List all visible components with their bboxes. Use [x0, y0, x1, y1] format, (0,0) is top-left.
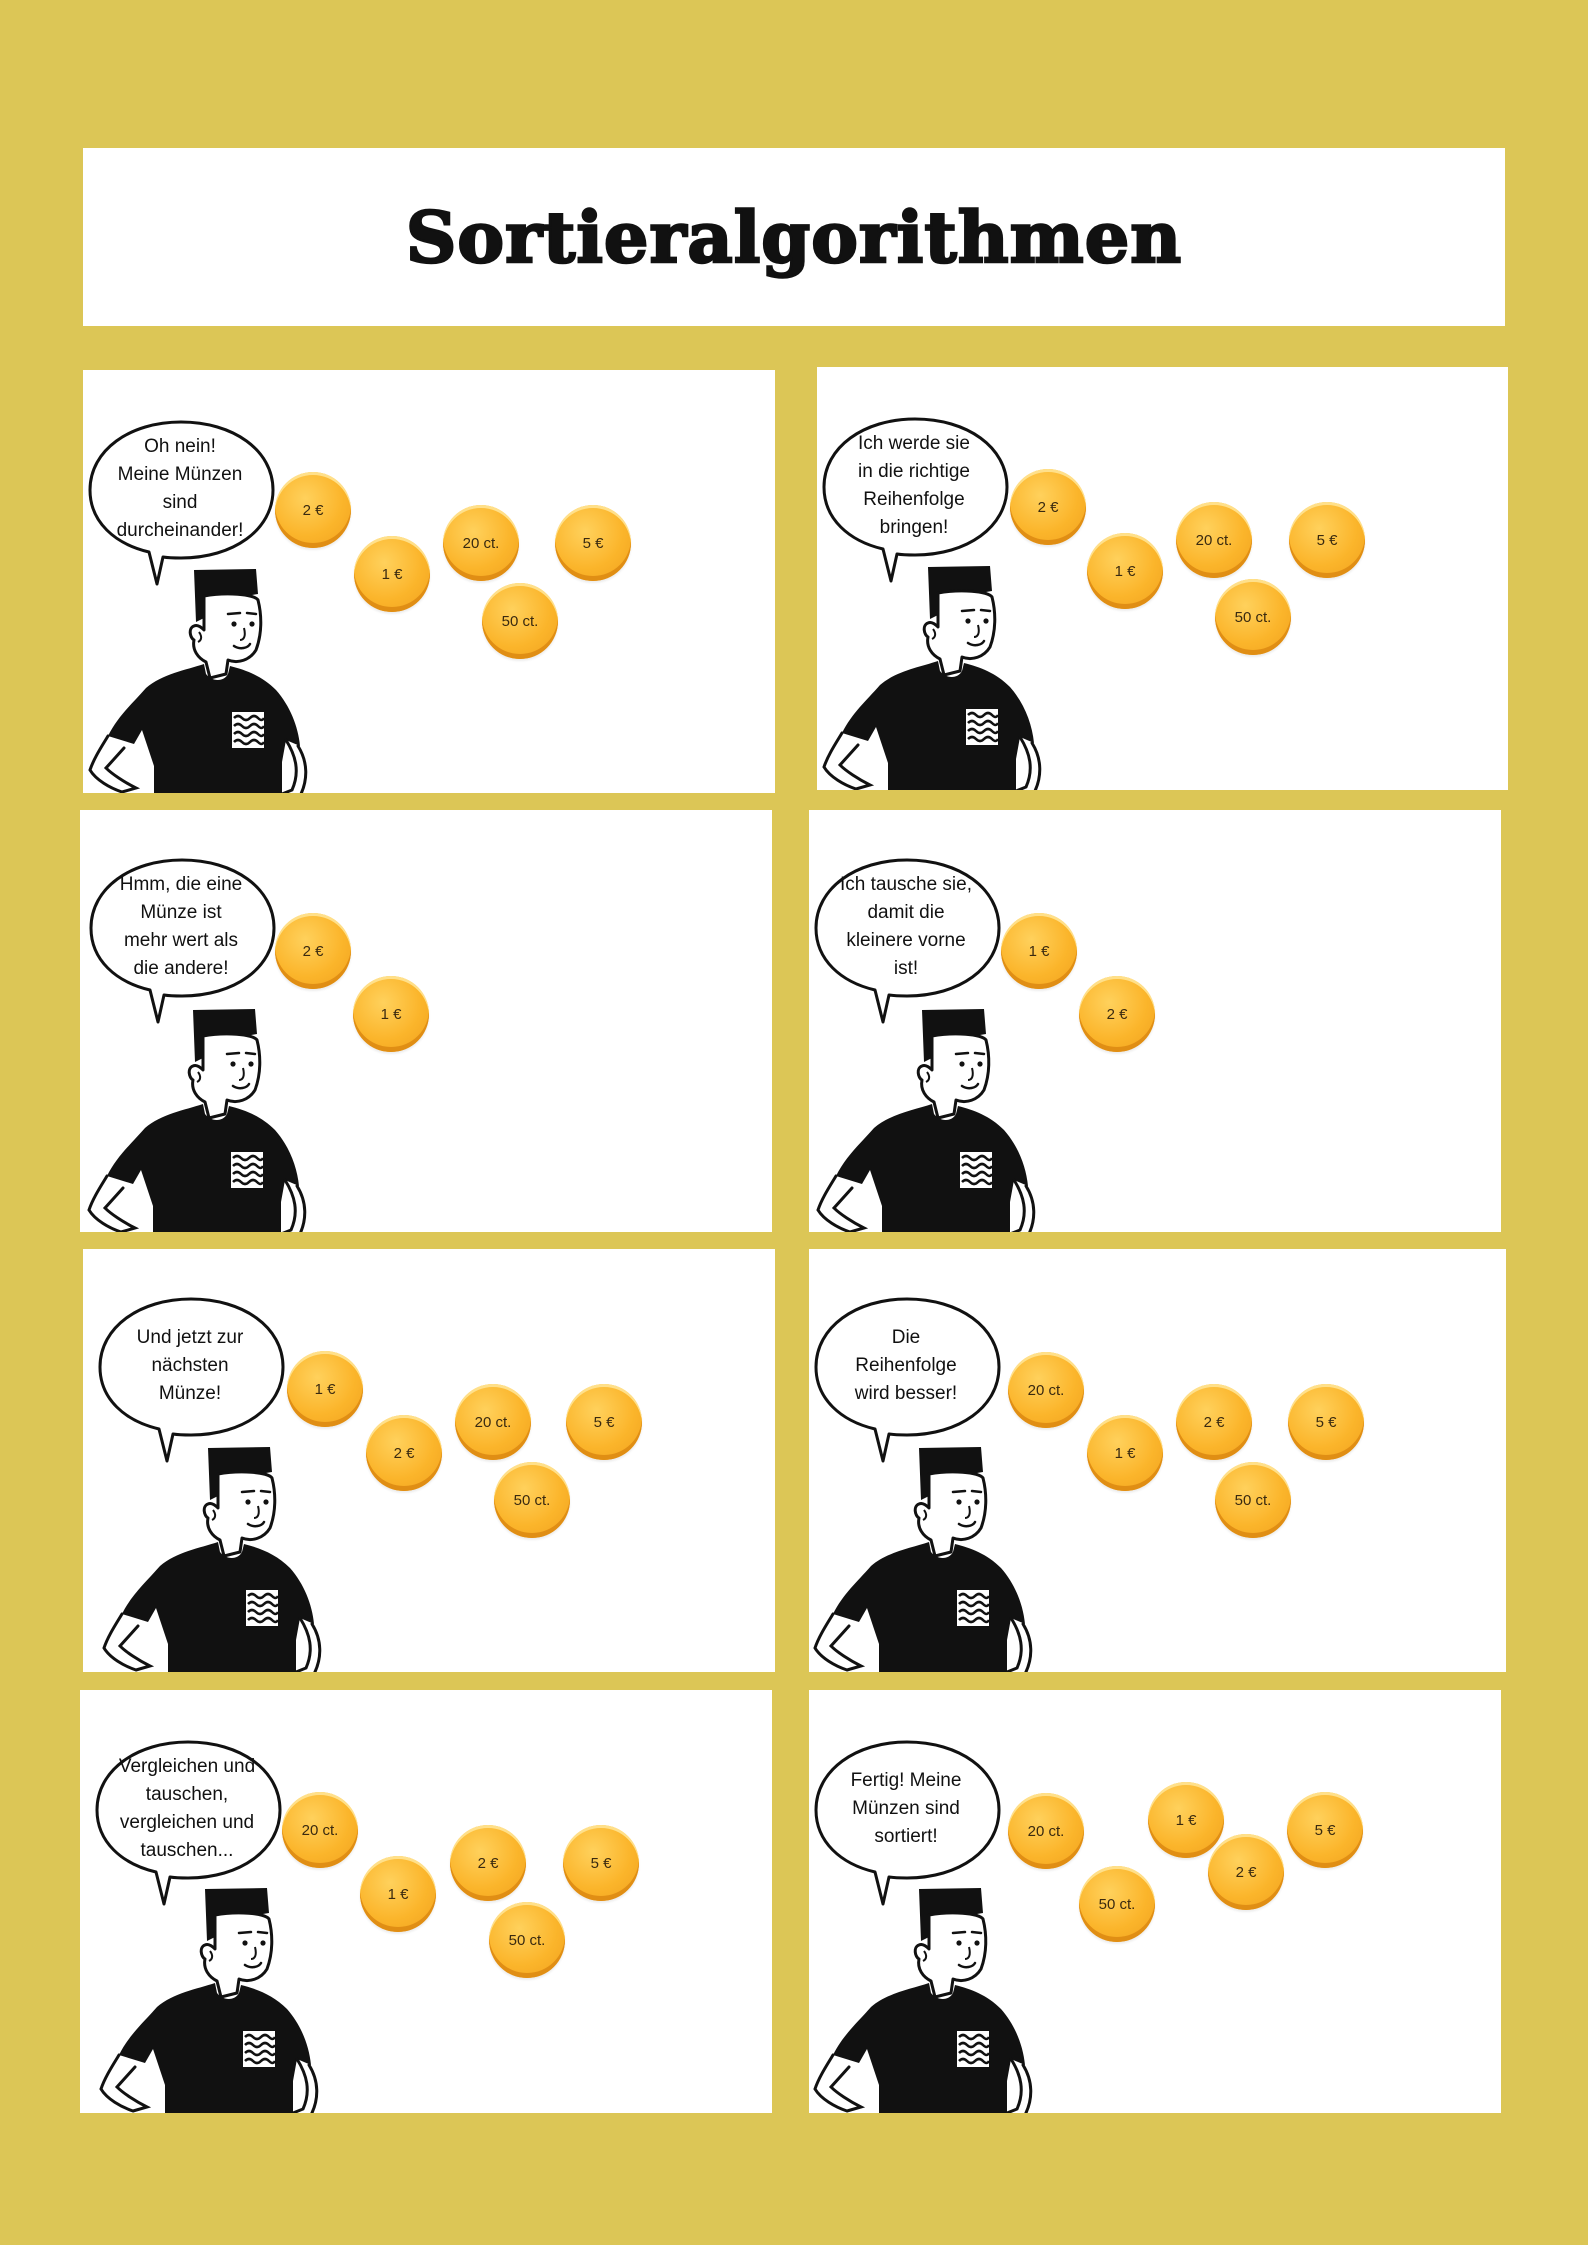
comic-panel-2: Ich werde sie in die richtige Reihenfolg… [817, 367, 1508, 790]
coin: 20 ct. [1176, 502, 1252, 578]
coin-label: 1 € [1028, 942, 1050, 960]
coin: 1 € [354, 536, 430, 612]
coin-label: 2 € [302, 942, 324, 960]
coin: 50 ct. [1079, 1866, 1155, 1942]
coin-label: 50 ct. [501, 612, 539, 630]
coin-label: 1 € [380, 1005, 402, 1023]
person-illustration [85, 1006, 315, 1232]
coin: 2 € [1079, 976, 1155, 1052]
coin-label: 20 ct. [1027, 1822, 1065, 1840]
coin-label: 20 ct. [462, 534, 500, 552]
coin: 2 € [450, 1825, 526, 1901]
coin-label: 5 € [593, 1413, 615, 1431]
person-illustration [86, 566, 316, 793]
coin-label: 1 € [314, 1380, 336, 1398]
coin: 2 € [1208, 1834, 1284, 1910]
coin: 2 € [1010, 469, 1086, 545]
coin: 1 € [1001, 913, 1077, 989]
coin: 1 € [1087, 1415, 1163, 1491]
speech-text: Ich werde sie in die richtige Reihenfolg… [858, 433, 970, 538]
speech-text: Ich tausche sie, damit die kleinere vorn… [839, 874, 973, 979]
coin: 5 € [1287, 1792, 1363, 1868]
coin-label: 2 € [1203, 1413, 1225, 1431]
coin-label: 5 € [1314, 1821, 1336, 1839]
person-illustration [811, 1885, 1041, 2113]
coin: 1 € [1148, 1782, 1224, 1858]
coin-label: 20 ct. [301, 1821, 339, 1839]
coin-label: 1 € [381, 565, 403, 583]
coin: 50 ct. [489, 1902, 565, 1978]
coin: 2 € [275, 913, 351, 989]
person-illustration [820, 563, 1050, 790]
speech-text: Hmm, die eine Münze ist mehr wert als di… [119, 874, 243, 979]
coin: 5 € [1288, 1384, 1364, 1460]
coin-label: 2 € [393, 1444, 415, 1462]
coin: 2 € [366, 1415, 442, 1491]
coin-label: 1 € [1175, 1811, 1197, 1829]
coin: 20 ct. [282, 1792, 358, 1868]
coin: 2 € [1176, 1384, 1252, 1460]
coin-label: 2 € [477, 1854, 499, 1872]
coin-label: 5 € [582, 534, 604, 552]
coin-label: 50 ct. [1098, 1895, 1136, 1913]
coin: 5 € [566, 1384, 642, 1460]
speech-text: Vergleichen und tauschen, vergleichen un… [118, 1756, 256, 1861]
coin: 1 € [1087, 533, 1163, 609]
person-illustration [811, 1444, 1041, 1672]
person-illustration [97, 1885, 327, 2113]
person-illustration [814, 1006, 1044, 1232]
coin-label: 50 ct. [513, 1491, 551, 1509]
coin: 1 € [360, 1856, 436, 1932]
speech-text: Fertig! Meine Münzen sind sortiert! [850, 1770, 962, 1847]
coin-label: 2 € [1106, 1005, 1128, 1023]
comic-panel-8: Fertig! Meine Münzen sind sortiert! 20 c… [809, 1690, 1501, 2113]
coin: 5 € [555, 505, 631, 581]
coin: 20 ct. [443, 505, 519, 581]
coin-label: 20 ct. [1027, 1381, 1065, 1399]
coin-label: 5 € [1315, 1413, 1337, 1431]
coin: 20 ct. [1008, 1793, 1084, 1869]
coin: 5 € [563, 1825, 639, 1901]
coin-label: 50 ct. [1234, 1491, 1272, 1509]
coin: 50 ct. [1215, 579, 1291, 655]
coin-label: 1 € [1114, 562, 1136, 580]
comic-panel-7: Vergleichen und tauschen, vergleichen un… [80, 1690, 772, 2113]
comic-panel-6: Die Reihenfolge wird besser! 20 ct. 1 € 2 … [809, 1249, 1506, 1672]
title-banner: Sortieralgorithmen [83, 148, 1505, 326]
coin-label: 1 € [1114, 1444, 1136, 1462]
coin-label: 1 € [387, 1885, 409, 1903]
coin-label: 5 € [590, 1854, 612, 1872]
coin: 50 ct. [482, 583, 558, 659]
coin: 1 € [353, 976, 429, 1052]
speech-text: Die Reihenfolge wird besser! [854, 1327, 958, 1404]
page-title: Sortieralgorithmen [405, 194, 1183, 280]
coin: 5 € [1289, 502, 1365, 578]
coin-label: 50 ct. [1234, 608, 1272, 626]
coin-label: 5 € [1316, 531, 1338, 549]
coin-label: 2 € [1235, 1863, 1257, 1881]
comic-panel-5: Und jetzt zur nächsten Münze! 1 € 2 € 20 c… [83, 1249, 775, 1672]
comic-panel-1: Oh nein! Meine Münzen sind durcheinander… [83, 370, 775, 793]
coin-label: 20 ct. [474, 1413, 512, 1431]
coin: 50 ct. [1215, 1462, 1291, 1538]
speech-text: Und jetzt zur nächsten Münze! [136, 1327, 244, 1404]
coin: 50 ct. [494, 1462, 570, 1538]
coin-label: 2 € [1037, 498, 1059, 516]
coin: 20 ct. [1008, 1352, 1084, 1428]
coin-label: 2 € [302, 501, 324, 519]
comic-panel-4: Ich tausche sie, damit die kleinere vorn… [809, 810, 1501, 1232]
coin: 20 ct. [455, 1384, 531, 1460]
speech-text: Oh nein! Meine Münzen sind durcheinander… [116, 436, 244, 541]
person-illustration [100, 1444, 330, 1672]
coin-label: 20 ct. [1195, 531, 1233, 549]
comic-panel-3: Hmm, die eine Münze ist mehr wert als di… [80, 810, 772, 1232]
coin: 2 € [275, 472, 351, 548]
coin-label: 50 ct. [508, 1931, 546, 1949]
coin: 1 € [287, 1351, 363, 1427]
